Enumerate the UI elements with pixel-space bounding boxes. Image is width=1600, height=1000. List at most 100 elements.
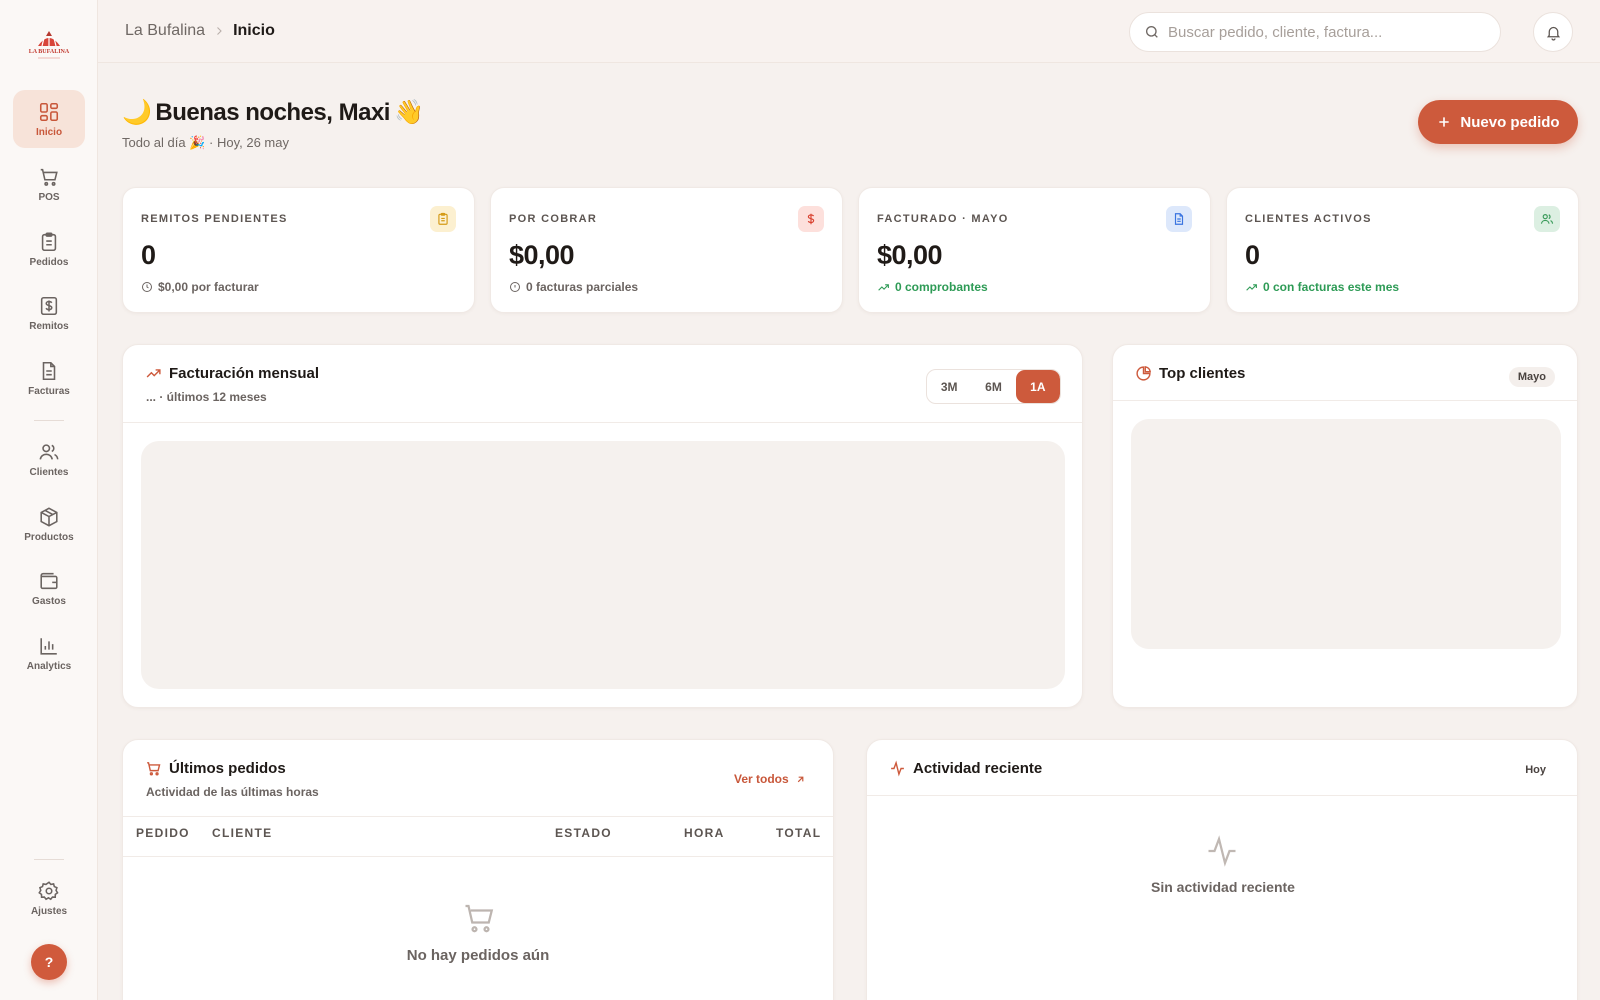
greeting-subtitle: Todo al día 🎉 · Hoy, 26 may [122,135,423,151]
bell-icon [1546,26,1560,41]
sidebar-item-label: Clientes [29,466,69,478]
top-clients-title: Top clientes [1159,365,1246,382]
grid-icon [39,102,59,121]
sidebar-item-clientes[interactable]: Clientes [13,430,85,488]
activity-icon [891,760,904,777]
range-6m-button[interactable]: 6M [971,370,1015,403]
date-text: · Hoy, 26 may [209,135,289,150]
wallet-icon [40,572,58,589]
column-estado[interactable]: ESTADO [555,826,612,846]
activity-title: Actividad reciente [913,760,1043,777]
sidebar-item-label: Productos [24,531,74,543]
range-1a-button[interactable]: 1A [1015,370,1060,403]
kpi-title: CLIENTES ACTIVOS [1245,213,1372,225]
billing-title: Facturación mensual [169,365,320,382]
search-placeholder: Buscar pedido, cliente, factura... [1168,23,1383,41]
kpi-remitos-pendientes[interactable]: REMITOS PENDIENTES 0 $0,00 por facturar [122,187,475,313]
sidebar-item-facturas[interactable]: Facturas [13,349,85,407]
chevron-right-icon [213,25,225,37]
activity-empty-icon [1208,835,1236,867]
sidebar-item-label: Analytics [26,660,72,672]
orders-empty-text: No hay pedidos aún [406,947,550,964]
brand-logo[interactable]: LA BUFALINA [20,28,78,62]
gear-icon [38,880,59,900]
moon-emoji: 🌙 [122,99,152,126]
kpi-por-cobrar[interactable]: POR COBRAR $0,00 0 facturas parciales [490,187,843,313]
arrow-up-right-icon [797,776,804,782]
view-all-label: Ver todos [734,772,789,786]
kpi-clientes-activos[interactable]: CLIENTES ACTIVOS 0 0 con facturas este m… [1226,187,1579,313]
new-order-button[interactable]: Nuevo pedido [1418,100,1578,144]
search-input[interactable]: Buscar pedido, cliente, factura... [1129,12,1501,52]
sidebar-item-analytics[interactable]: Analytics [13,624,85,682]
billing-panel: Facturación mensual ... · últimos 12 mes… [122,344,1083,708]
breadcrumb-current: Inicio [233,22,275,39]
dollar-icon [798,206,824,232]
top-clients-panel: Top clientes Mayo [1112,344,1578,708]
new-order-label: Nuevo pedido [1460,113,1560,131]
dollar-doc-icon [40,296,58,315]
greeting-title: Buenas noches, Maxi [155,98,390,126]
column-pedido[interactable]: PEDIDO [136,826,190,846]
plus-icon [1439,117,1450,127]
users-icon [39,443,59,460]
sidebar-item-productos[interactable]: Productos [13,495,85,553]
kpi-value: $0,00 [877,240,943,270]
kpi-footnote: 0 comprobantes [877,280,988,294]
kpi-title: POR COBRAR [509,213,598,225]
help-button[interactable]: ? [31,944,67,980]
sidebar-item-gastos[interactable]: Gastos [13,559,85,617]
clipboard-icon [41,232,57,251]
range-3m-button[interactable]: 3M [927,370,971,403]
orders-header: Últimos pedidos [145,760,286,777]
column-cliente[interactable]: CLIENTE [212,826,272,846]
sidebar-item-label: Ajustes [30,905,68,917]
kpi-footnote: 0 con facturas este mes [1245,280,1399,294]
bar-chart-icon [40,637,57,655]
range-selector: 3M 6M 1A [926,369,1061,404]
divider [123,422,1082,423]
wave-emoji: 👋 [393,99,424,126]
activity-empty-text: Sin actividad reciente [1151,879,1295,895]
period-badge: Hoy [1525,764,1546,776]
activity-panel: Actividad reciente Hoy Sin actividad rec… [866,739,1578,1000]
sidebar-item-label: POS [38,191,60,203]
divider [123,856,833,857]
divider [123,816,833,817]
kpi-foot-text: 0 comprobantes [895,280,988,294]
users-icon [1534,206,1560,232]
nav-divider [34,420,64,421]
view-all-link[interactable]: Ver todos [734,772,806,786]
file-text-icon [42,361,56,380]
kpi-value: 0 [141,240,156,270]
trending-up-icon [878,283,889,291]
divider [867,795,1577,796]
kpi-value: 0 [1245,240,1260,270]
column-hora[interactable]: HORA [684,826,725,846]
kpi-facturado-mayo[interactable]: FACTURADO · MAYO $0,00 0 comprobantes [858,187,1211,313]
orders-subtitle: Actividad de las últimas horas [146,785,319,799]
info-icon [510,282,520,292]
sidebar-item-label: Remitos [29,320,69,332]
sidebar-item-pedidos[interactable]: Pedidos [13,220,85,278]
kpi-title: REMITOS PENDIENTES [141,213,288,225]
box-icon [40,506,58,527]
greeting: 🌙 Buenas noches, Maxi 👋 Todo al día 🎉 · … [122,98,424,151]
sidebar-item-inicio[interactable]: Inicio [13,90,85,148]
sidebar-item-label: Gastos [32,595,66,607]
column-total[interactable]: TOTAL [776,826,821,846]
kpi-foot-text: 0 con facturas este mes [1263,280,1400,294]
sidebar: LA BUFALINA Inicio POS Pedidos Remitos F… [0,0,98,1000]
breadcrumb: La Bufalina Inicio [125,22,275,40]
activity-header: Actividad reciente [889,760,1042,777]
notifications-button[interactable] [1533,12,1573,52]
sidebar-item-ajustes[interactable]: Ajustes [13,869,85,927]
sidebar-item-label: Inicio [35,126,63,138]
logo-text: LA BUFALINA [29,49,70,55]
sidebar-item-pos[interactable]: POS [13,155,85,213]
sidebar-item-remitos[interactable]: Remitos [13,284,85,342]
cart-icon [40,168,58,186]
pie-chart-icon [1136,365,1152,381]
breadcrumb-root[interactable]: La Bufalina [125,22,205,40]
trending-up-icon [1246,283,1257,291]
